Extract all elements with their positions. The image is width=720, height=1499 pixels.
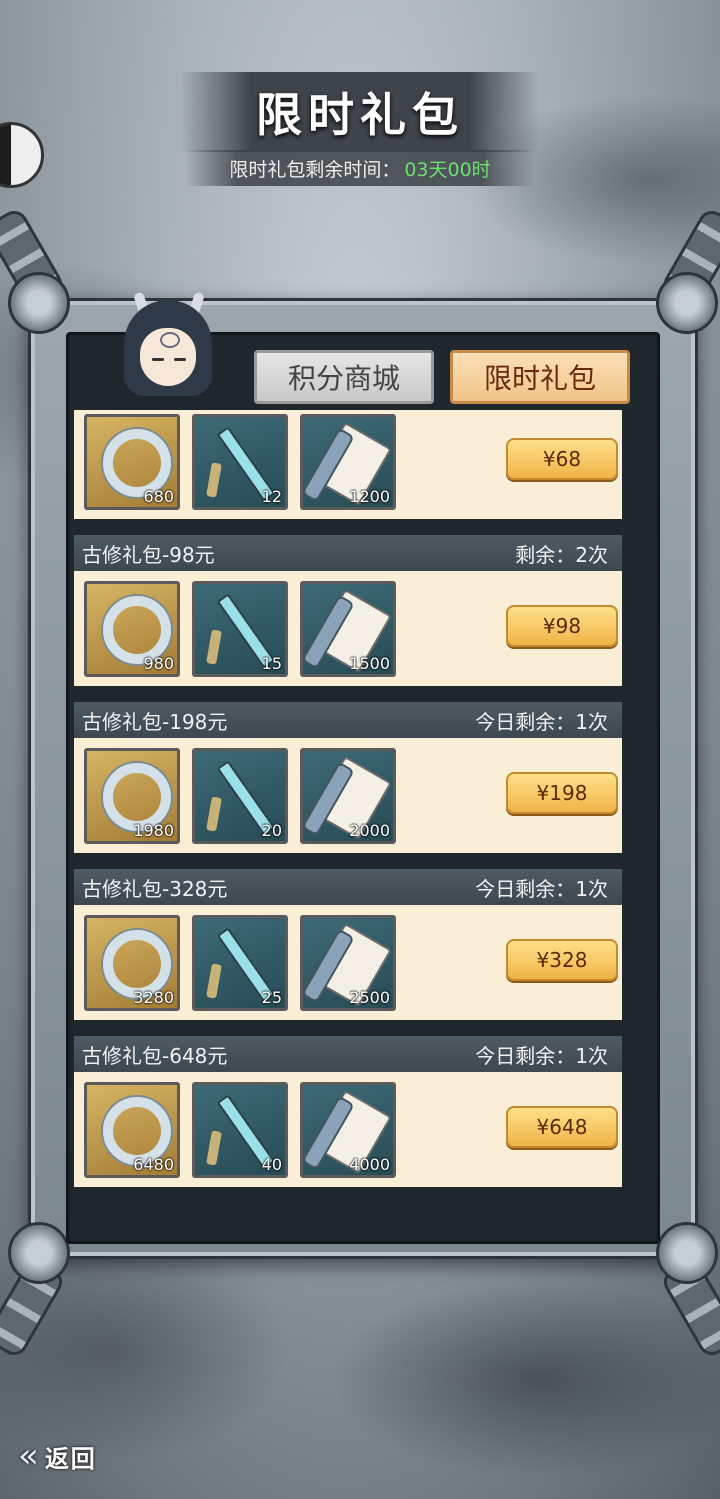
pack-name: 古修礼包-648元 <box>82 1043 228 1068</box>
frame-corner-ornament <box>656 272 718 334</box>
pack-card: 古修礼包-68元 剩余：2次 680 12 1200 ¥68 <box>74 410 622 535</box>
countdown-bar: 限时礼包剩余时间： 03天00时 <box>185 150 535 186</box>
item-slot-scroll[interactable]: 4000 <box>300 1082 396 1178</box>
pack-name: 古修礼包-98元 <box>82 542 215 567</box>
item-quantity: 2500 <box>349 988 390 1007</box>
item-quantity: 980 <box>143 654 174 673</box>
pack-remaining: 剩余：2次 <box>515 542 608 567</box>
tab-limited-packs[interactable]: 限时礼包 <box>450 350 630 404</box>
pack-remaining: 今日剩余：1次 <box>475 1043 608 1068</box>
item-slot-sword[interactable]: 20 <box>192 748 288 844</box>
item-slot-jade-ring[interactable]: 680 <box>84 414 180 510</box>
item-slot-jade-ring[interactable]: 980 <box>84 581 180 677</box>
buy-button[interactable]: ¥328 <box>506 939 618 981</box>
item-quantity: 4000 <box>349 1155 390 1174</box>
back-arrow-icon: « <box>18 1436 39 1476</box>
pack-list[interactable]: 古修礼包-68元 剩余：2次 680 12 1200 ¥68 古修礼包-98元 … <box>74 410 622 1217</box>
item-slot-scroll[interactable]: 2500 <box>300 915 396 1011</box>
yin-yang-icon <box>0 122 44 188</box>
pack-body: 1980 20 2000 ¥198 <box>74 738 622 853</box>
pack-remaining: 今日剩余：1次 <box>475 709 608 734</box>
buy-button[interactable]: ¥648 <box>506 1106 618 1148</box>
item-slot-scroll[interactable]: 1200 <box>300 414 396 510</box>
pack-header: 古修礼包-648元 今日剩余：1次 <box>74 1036 622 1072</box>
pack-header: 古修礼包-98元 剩余：2次 <box>74 535 622 571</box>
item-slot-sword[interactable]: 15 <box>192 581 288 677</box>
back-label: 返回 <box>44 1443 97 1473</box>
item-quantity: 25 <box>261 988 282 1007</box>
pack-body: 6480 40 4000 ¥648 <box>74 1072 622 1187</box>
item-quantity: 40 <box>261 1155 282 1174</box>
pack-body: 3280 25 2500 ¥328 <box>74 905 622 1020</box>
item-quantity: 2000 <box>349 821 390 840</box>
item-slot-jade-ring[interactable]: 3280 <box>84 915 180 1011</box>
frame-corner-ornament <box>656 1222 718 1284</box>
frame-corner-ornament <box>8 1222 70 1284</box>
pack-header: 古修礼包-198元 今日剩余：1次 <box>74 702 622 738</box>
item-quantity: 1980 <box>133 821 174 840</box>
countdown-value: 03天00时 <box>404 158 491 181</box>
tassel-icon <box>206 629 222 665</box>
character-avatar <box>112 291 224 404</box>
pack-header: 古修礼包-328元 今日剩余：1次 <box>74 869 622 905</box>
pack-card: 古修礼包-98元 剩余：2次 980 15 1500 ¥98 <box>74 535 622 702</box>
pack-body: 980 15 1500 ¥98 <box>74 571 622 686</box>
item-slot-sword[interactable]: 12 <box>192 414 288 510</box>
item-slot-sword[interactable]: 40 <box>192 1082 288 1178</box>
item-quantity: 6480 <box>133 1155 174 1174</box>
item-slot-scroll[interactable]: 2000 <box>300 748 396 844</box>
countdown-label: 限时礼包剩余时间： <box>229 158 401 181</box>
tassel-icon <box>206 1130 222 1166</box>
item-quantity: 1500 <box>349 654 390 673</box>
pack-card: 古修礼包-328元 今日剩余：1次 3280 25 2500 ¥328 <box>74 869 622 1036</box>
item-slot-sword[interactable]: 25 <box>192 915 288 1011</box>
title-banner: 限时礼包 <box>180 72 540 152</box>
tab-points-shop[interactable]: 积分商城 <box>254 350 434 404</box>
item-quantity: 20 <box>261 821 282 840</box>
item-quantity: 15 <box>261 654 282 673</box>
pack-body: 680 12 1200 ¥68 <box>74 410 622 519</box>
pack-name: 古修礼包-328元 <box>82 876 228 901</box>
tassel-icon <box>206 796 222 832</box>
buy-button[interactable]: ¥68 <box>506 438 618 480</box>
buy-button[interactable]: ¥98 <box>506 605 618 647</box>
page-title: 限时礼包 <box>256 88 464 142</box>
item-quantity: 12 <box>261 487 282 506</box>
item-slot-jade-ring[interactable]: 6480 <box>84 1082 180 1178</box>
tassel-icon <box>206 963 222 999</box>
pack-remaining: 今日剩余：1次 <box>475 876 608 901</box>
buy-button[interactable]: ¥198 <box>506 772 618 814</box>
frame-corner-ornament <box>8 272 70 334</box>
pack-card: 古修礼包-648元 今日剩余：1次 6480 40 4000 ¥648 <box>74 1036 622 1203</box>
item-quantity: 3280 <box>133 988 174 1007</box>
avatar-eye <box>174 358 186 361</box>
item-slot-jade-ring[interactable]: 1980 <box>84 748 180 844</box>
item-quantity: 1200 <box>349 487 390 506</box>
item-slot-scroll[interactable]: 1500 <box>300 581 396 677</box>
pack-name: 古修礼包-198元 <box>82 709 228 734</box>
avatar-eye <box>152 358 164 361</box>
back-button[interactable]: « 返回 <box>18 1432 130 1480</box>
forehead-mark <box>160 332 180 348</box>
tassel-icon <box>206 462 222 498</box>
pack-card: 古修礼包-198元 今日剩余：1次 1980 20 2000 ¥198 <box>74 702 622 869</box>
item-quantity: 680 <box>143 487 174 506</box>
